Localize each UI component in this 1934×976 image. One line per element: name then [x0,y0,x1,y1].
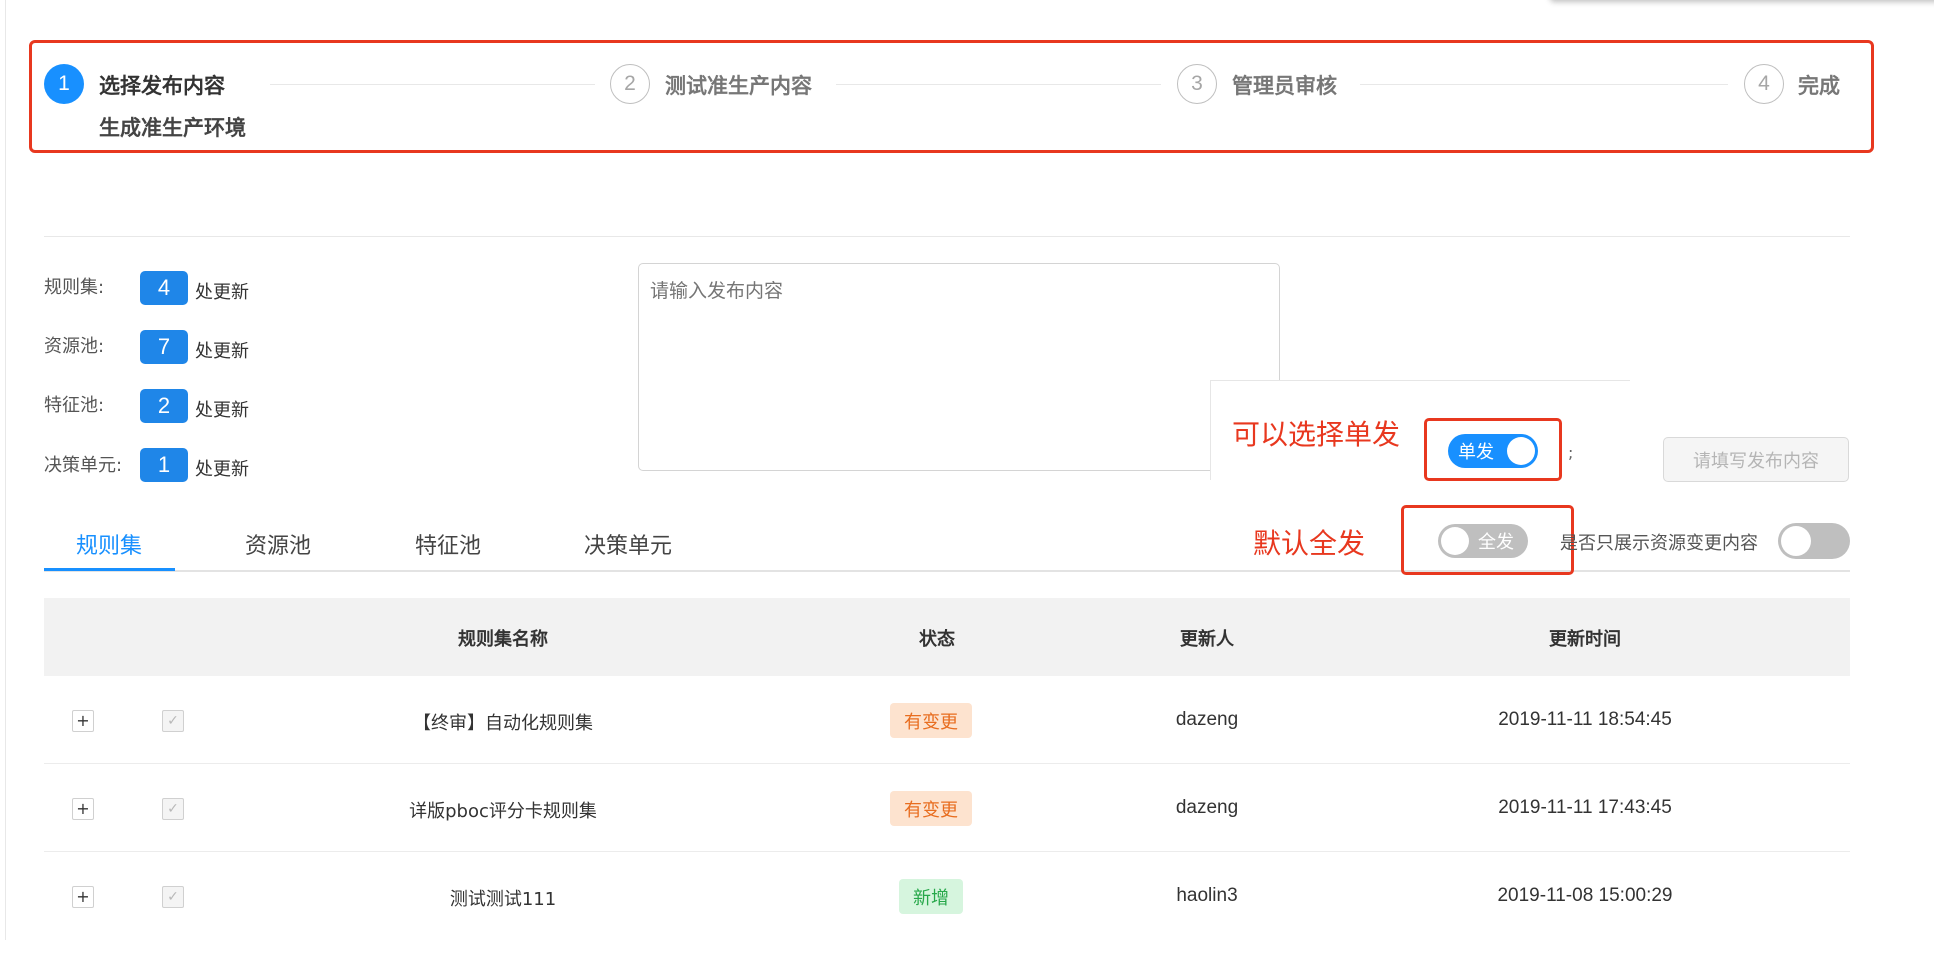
tab-resource-pool[interactable]: 资源池 [245,528,311,560]
table-row[interactable]: + ✓ 【终审】自动化规则集 有变更 dazeng 2019-11-11 18:… [44,676,1850,764]
table-row[interactable]: + ✓ 测试测试111 新增 haolin3 2019-11-08 15:00:… [44,852,1850,940]
step-3-title: 管理员审核 [1232,74,1337,98]
status-badge: 新增 [899,879,963,914]
tab-decision-unit[interactable]: 决策单元 [584,528,672,560]
ruleset-name: 【终审】自动化规则集 [413,713,593,734]
table-header: 规则集名称 状态 更新人 更新时间 [44,598,1850,676]
toggle-knob [1781,526,1811,556]
step-4-icon: 4 [1744,64,1784,104]
summary-suffix: 处更新 [195,341,249,362]
step-connector [270,84,595,85]
all-publish-toggle[interactable]: 全发 [1438,524,1528,558]
summary-label-rulesets: 规则集: [44,277,105,298]
all-publish-callout: 默认全发 [1253,527,1366,560]
toggle-knob [1507,437,1535,465]
submit-publish-button[interactable]: 请填写发布内容 [1663,437,1849,482]
status-badge: 有变更 [890,791,972,826]
summary-count-rulesets: 4 [140,271,188,305]
updater: dazeng [1175,709,1239,730]
summary-count-resource-pool: 7 [140,330,188,364]
summary-label-resource-pool: 资源池: [44,336,105,357]
row-checkbox[interactable]: ✓ [162,710,184,732]
publish-content-input[interactable] [638,263,1280,471]
summary-suffix: 处更新 [195,400,249,421]
section-divider [44,236,1850,237]
only-changes-toggle[interactable] [1778,523,1850,559]
step-connector [1360,84,1728,85]
single-publish-callout: 可以选择单发 [1232,418,1401,451]
step-1-title: 选择发布内容 [99,74,225,98]
summary-count-decision-unit: 1 [140,448,188,482]
step-1-icon: 1 [44,64,84,104]
left-border [5,0,6,940]
tabs-baseline [44,570,1850,572]
expand-row-button[interactable]: + [72,710,94,732]
step-4-title: 完成 [1798,74,1840,98]
active-tab-indicator [44,568,175,571]
step-3-icon: 3 [1177,64,1217,104]
row-checkbox[interactable]: ✓ [162,886,184,908]
step-2-title: 测试准生产内容 [665,74,812,98]
only-changes-label: 是否只展示资源变更内容 [1560,533,1758,554]
all-toggle-label: 全发 [1478,532,1514,553]
table-row[interactable]: + ✓ 详版pboc评分卡规则集 有变更 dazeng 2019-11-11 1… [44,764,1850,852]
expand-row-button[interactable]: + [72,886,94,908]
steps-highlight-box [29,40,1874,153]
updater: haolin3 [1176,885,1238,906]
summary-label-feature-pool: 特征池: [44,395,105,416]
column-header-status: 状态 [919,629,955,650]
row-checkbox[interactable]: ✓ [162,798,184,820]
update-time: 2019-11-11 18:54:45 [1498,709,1672,730]
summary-suffix: 处更新 [195,282,249,303]
summary-count-feature-pool: 2 [140,389,188,423]
summary-label-decision-unit: 决策单元: [44,455,123,476]
tab-rulesets[interactable]: 规则集 [76,528,142,560]
status-badge: 有变更 [890,703,972,738]
summary-suffix: 处更新 [195,459,249,480]
column-header-time: 更新时间 [1549,629,1621,650]
expand-row-button[interactable]: + [72,798,94,820]
updater: dazeng [1175,797,1239,818]
column-header-name: 规则集名称 [458,629,548,650]
ruleset-name: 详版pboc评分卡规则集 [409,801,597,822]
toggle-knob [1441,527,1469,555]
publish-page: 1 选择发布内容 生成准生产环境 2 测试准生产内容 3 管理员审核 4 完成 … [0,0,1934,976]
tab-feature-pool[interactable]: 特征池 [415,528,481,560]
step-2-icon: 2 [610,64,650,104]
separator-text: ; [1568,443,1574,462]
update-time: 2019-11-11 17:43:45 [1498,797,1672,818]
single-toggle-label: 单发 [1458,442,1494,463]
column-header-updater: 更新人 [1180,629,1234,650]
update-time: 2019-11-08 15:00:29 [1497,885,1673,906]
step-1-description: 生成准生产环境 [99,116,246,140]
ruleset-name: 测试测试111 [449,889,557,910]
single-publish-toggle[interactable]: 单发 [1448,434,1538,468]
step-connector [836,84,1161,85]
